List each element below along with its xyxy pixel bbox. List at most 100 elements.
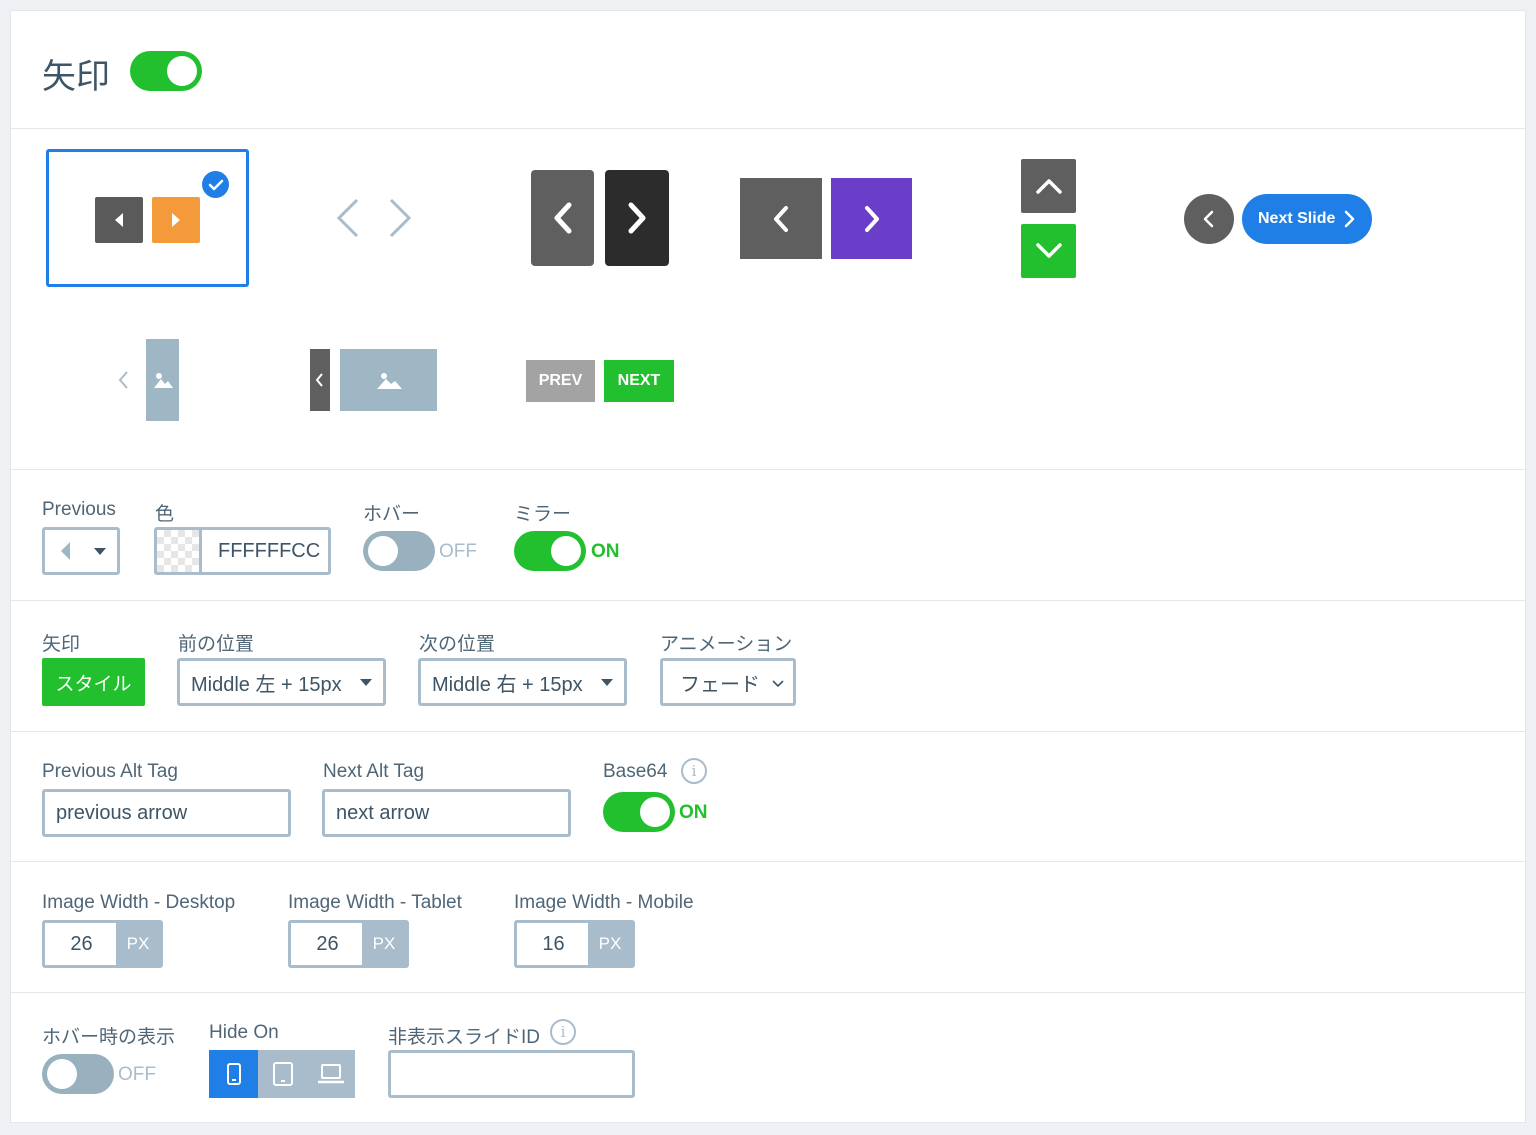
toggle-knob [47, 1059, 77, 1089]
arrow-style-option-9-next[interactable]: NEXT [604, 360, 674, 402]
arrow-style-option-1[interactable] [46, 149, 249, 287]
tablet-device-button[interactable] [258, 1050, 307, 1098]
thumbnail-image-icon [146, 339, 179, 421]
mobile-width-label: Image Width - Mobile [514, 892, 694, 913]
desktop-width-label: Image Width - Desktop [42, 892, 236, 913]
base64-label: Base64 [603, 761, 668, 782]
mirror-state: ON [591, 541, 620, 562]
section-title: 矢印 [42, 58, 110, 96]
hidden-slide-ids-input[interactable] [388, 1050, 635, 1098]
color-picker[interactable]: FFFFFFCC [154, 527, 331, 575]
info-icon[interactable]: i [550, 1019, 576, 1045]
arrow-label: 矢印 [42, 634, 81, 655]
hidden-slide-ids-label: 非表示スライドID [388, 1027, 541, 1048]
chevron-up-icon [1035, 179, 1062, 194]
style-button-label: スタイル [55, 673, 132, 695]
check-icon [202, 171, 229, 198]
arrow-style-option-5-down[interactable] [1021, 224, 1076, 278]
previous-arrow-select[interactable] [42, 527, 120, 575]
hover-show-toggle[interactable] [42, 1054, 114, 1094]
info-icon[interactable]: i [681, 758, 707, 784]
animation-select[interactable]: フェード [660, 658, 796, 706]
toggle-knob [368, 536, 398, 566]
desktop-device-button[interactable] [307, 1050, 355, 1098]
prev-position-label: 前の位置 [178, 634, 255, 655]
arrow-style-option-4-prev[interactable] [740, 178, 822, 259]
next-position-label: 次の位置 [419, 634, 496, 655]
color-label: 色 [155, 504, 175, 525]
laptop-icon [318, 1064, 344, 1084]
tablet-width-value: 26 [316, 932, 339, 955]
tablet-icon [272, 1062, 293, 1086]
divider [11, 469, 1525, 470]
caret-left-icon [115, 213, 123, 227]
arrow-style-option-6-next[interactable]: Next Slide [1242, 194, 1372, 244]
thin-chevrons-icon [336, 198, 412, 238]
mirror-toggle[interactable] [514, 531, 586, 571]
next-position-select[interactable]: Middle 右 + 15px [418, 658, 627, 706]
next-alt-input[interactable]: next arrow [322, 789, 571, 837]
mobile-width-value: 16 [542, 932, 565, 955]
unit-label: PX [116, 923, 160, 965]
hover-label: ホバー [363, 504, 421, 525]
chevron-left-icon [315, 373, 323, 387]
next-alt-value: next arrow [336, 801, 430, 824]
mobile-device-button[interactable] [209, 1050, 258, 1098]
animation-value: フェード [680, 673, 760, 696]
unit-label: PX [362, 923, 406, 965]
hover-show-state: OFF [118, 1064, 156, 1085]
unit-label: PX [588, 923, 632, 965]
desktop-width-value: 26 [70, 932, 93, 955]
chevron-right-icon [1345, 210, 1355, 228]
style-button[interactable]: スタイル [42, 658, 145, 706]
next-slide-label: Next Slide [1258, 210, 1336, 227]
dropdown-caret-icon [94, 547, 106, 555]
arrow-style-option-8[interactable] [310, 349, 440, 411]
divider [11, 992, 1525, 993]
arrow-style-option-3-prev[interactable] [531, 170, 594, 266]
prev-label: PREV [538, 372, 583, 389]
desktop-width-input[interactable]: 26 PX [42, 920, 163, 968]
animation-label: アニメーション [660, 634, 793, 655]
hide-on-device-group [209, 1050, 355, 1098]
mobile-width-input[interactable]: 16 PX [514, 920, 635, 968]
divider [11, 731, 1525, 732]
thumbnail-image-icon [340, 349, 437, 411]
arrow-style-option-2[interactable] [329, 194, 419, 244]
base64-toggle[interactable] [603, 792, 675, 832]
chevron-right-icon [864, 205, 879, 232]
arrow-style-option-4-next[interactable] [831, 178, 912, 259]
caret-left-icon [61, 542, 70, 560]
hover-state: OFF [439, 541, 477, 562]
hide-on-label: Hide On [209, 1022, 279, 1043]
chevron-left-icon [554, 202, 571, 234]
divider [11, 600, 1525, 601]
color-value: FFFFFFCC [218, 539, 321, 562]
arrow-style-option-7[interactable] [111, 339, 181, 421]
arrow-style-option-3-next[interactable] [605, 170, 669, 266]
arrows-settings-panel: 矢印 Next Slide PREV NEXT Previous 色 FFFFF… [10, 10, 1526, 1123]
dropdown-caret-icon [601, 679, 613, 686]
prev-position-value: Middle 左 + 15px [191, 673, 342, 696]
prev-tile [95, 197, 143, 243]
hover-toggle[interactable] [363, 531, 435, 571]
previous-alt-value: previous arrow [56, 801, 188, 824]
chevron-right-icon [628, 202, 646, 234]
previous-alt-input[interactable]: previous arrow [42, 789, 291, 837]
tablet-width-input[interactable]: 26 PX [288, 920, 409, 968]
chevron-down-icon [772, 680, 784, 688]
color-swatch[interactable] [157, 530, 202, 572]
arrow-style-option-6-prev[interactable] [1184, 194, 1234, 244]
base64-state: ON [679, 802, 708, 823]
arrow-style-option-9-prev[interactable]: PREV [526, 360, 595, 402]
divider [11, 128, 1525, 129]
prev-position-select[interactable]: Middle 左 + 15px [177, 658, 386, 706]
toggle-knob [640, 797, 670, 827]
next-alt-label: Next Alt Tag [323, 761, 425, 782]
arrows-enable-toggle[interactable] [130, 51, 202, 91]
mirror-label: ミラー [514, 504, 572, 525]
chevron-left-icon [1203, 210, 1214, 228]
arrow-style-option-5-up[interactable] [1021, 159, 1076, 213]
chevron-down-icon [1035, 243, 1062, 258]
chevron-left-icon [118, 371, 128, 389]
